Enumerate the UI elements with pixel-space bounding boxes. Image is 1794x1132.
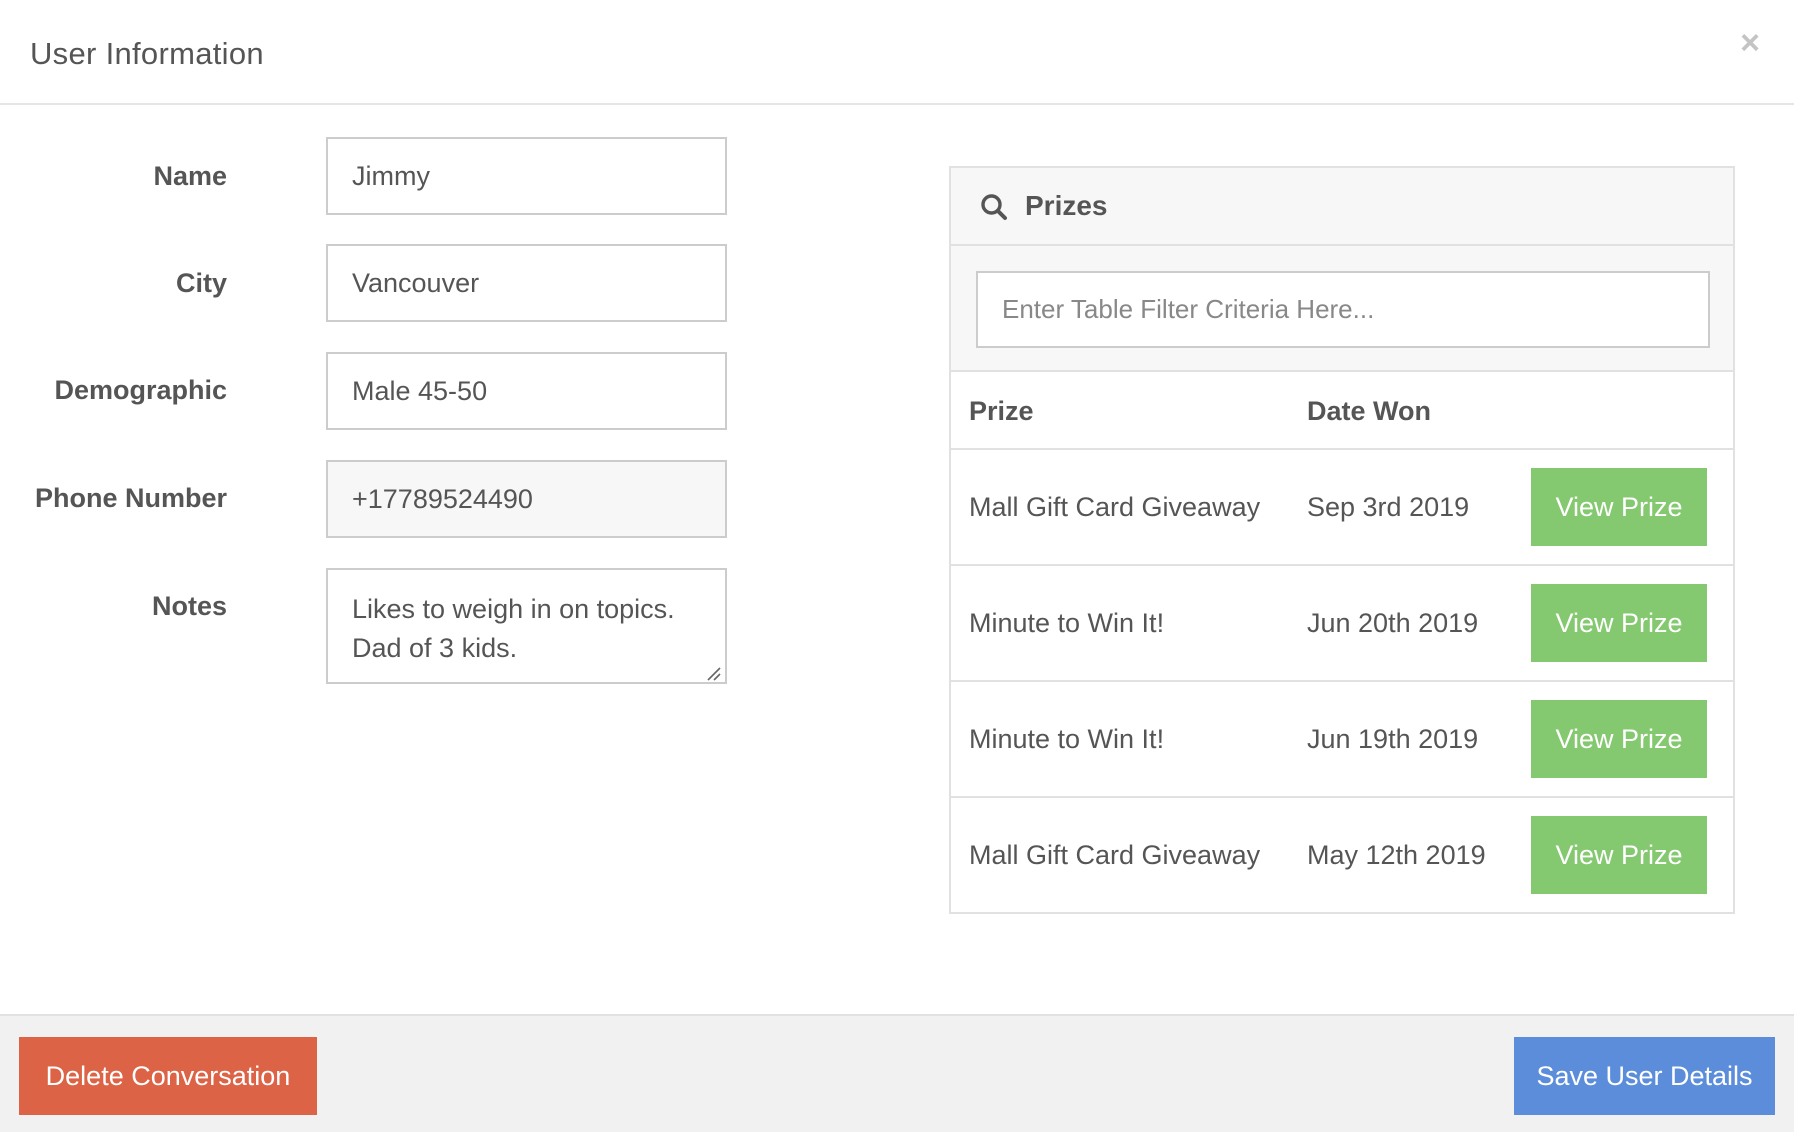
modal-title: User Information <box>30 36 264 71</box>
table-filter-input[interactable] <box>976 271 1710 348</box>
name-label: Name <box>153 161 227 191</box>
date-won-cell: Sep 3rd 2019 <box>1307 492 1470 522</box>
search-icon <box>981 194 1007 220</box>
city-input[interactable] <box>326 244 727 322</box>
date-won-cell: May 12th 2019 <box>1307 840 1486 870</box>
prizes-table-header: Prize Date Won <box>951 374 1733 450</box>
resize-handle-icon[interactable] <box>704 664 722 682</box>
user-information-modal: User Information × Name City Demographic… <box>0 0 1794 1132</box>
notes-textarea[interactable]: Likes to weigh in on topics. Dad of 3 ki… <box>326 568 727 684</box>
view-prize-button[interactable]: View Prize <box>1531 816 1707 894</box>
form-row-notes: Notes Likes to weigh in on topics. Dad o… <box>0 568 740 684</box>
table-filter-container <box>951 246 1733 372</box>
save-user-details-button[interactable]: Save User Details <box>1514 1037 1775 1115</box>
table-row: Mall Gift Card Giveaway May 12th 2019 Vi… <box>951 798 1733 914</box>
table-row: Mall Gift Card Giveaway Sep 3rd 2019 Vie… <box>951 450 1733 566</box>
close-icon[interactable]: × <box>1740 26 1760 60</box>
form-row-demographic: Demographic <box>0 352 740 430</box>
form-row-city: City <box>0 244 740 322</box>
view-prize-button[interactable]: View Prize <box>1531 468 1707 546</box>
date-won-cell: Jun 20th 2019 <box>1307 608 1479 638</box>
phone-number-label: Phone Number <box>34 483 227 513</box>
date-won-cell: Jun 19th 2019 <box>1307 724 1479 754</box>
demographic-input[interactable] <box>326 352 727 430</box>
prizes-panel-title: Prizes <box>1025 190 1108 221</box>
view-prize-button[interactable]: View Prize <box>1531 700 1707 778</box>
table-row: Minute to Win It! Jun 19th 2019 View Pri… <box>951 682 1733 798</box>
prize-name-cell: Mall Gift Card Giveaway <box>969 840 1261 870</box>
name-input[interactable] <box>326 137 727 215</box>
column-header-date-won: Date Won <box>1307 396 1432 426</box>
demographic-label: Demographic <box>54 375 227 405</box>
prizes-panel: Prizes Prize Date Won Mall Gift Card Giv… <box>949 166 1735 914</box>
table-row: Minute to Win It! Jun 20th 2019 View Pri… <box>951 566 1733 682</box>
prizes-panel-header: Prizes <box>951 168 1733 246</box>
modal-footer: Delete Conversation Save User Details <box>0 1014 1794 1132</box>
view-prize-button[interactable]: View Prize <box>1531 584 1707 662</box>
form-row-phone: Phone Number <box>0 460 740 538</box>
column-header-prize: Prize <box>969 396 1034 426</box>
modal-header: User Information × <box>0 0 1794 105</box>
delete-conversation-button[interactable]: Delete Conversation <box>19 1037 317 1115</box>
notes-label: Notes <box>151 591 227 621</box>
prize-name-cell: Minute to Win It! <box>969 724 1165 754</box>
form-row-name: Name <box>0 137 740 215</box>
phone-number-input[interactable] <box>326 460 727 538</box>
city-label: City <box>175 268 227 298</box>
prize-name-cell: Mall Gift Card Giveaway <box>969 492 1261 522</box>
prize-name-cell: Minute to Win It! <box>969 608 1165 638</box>
